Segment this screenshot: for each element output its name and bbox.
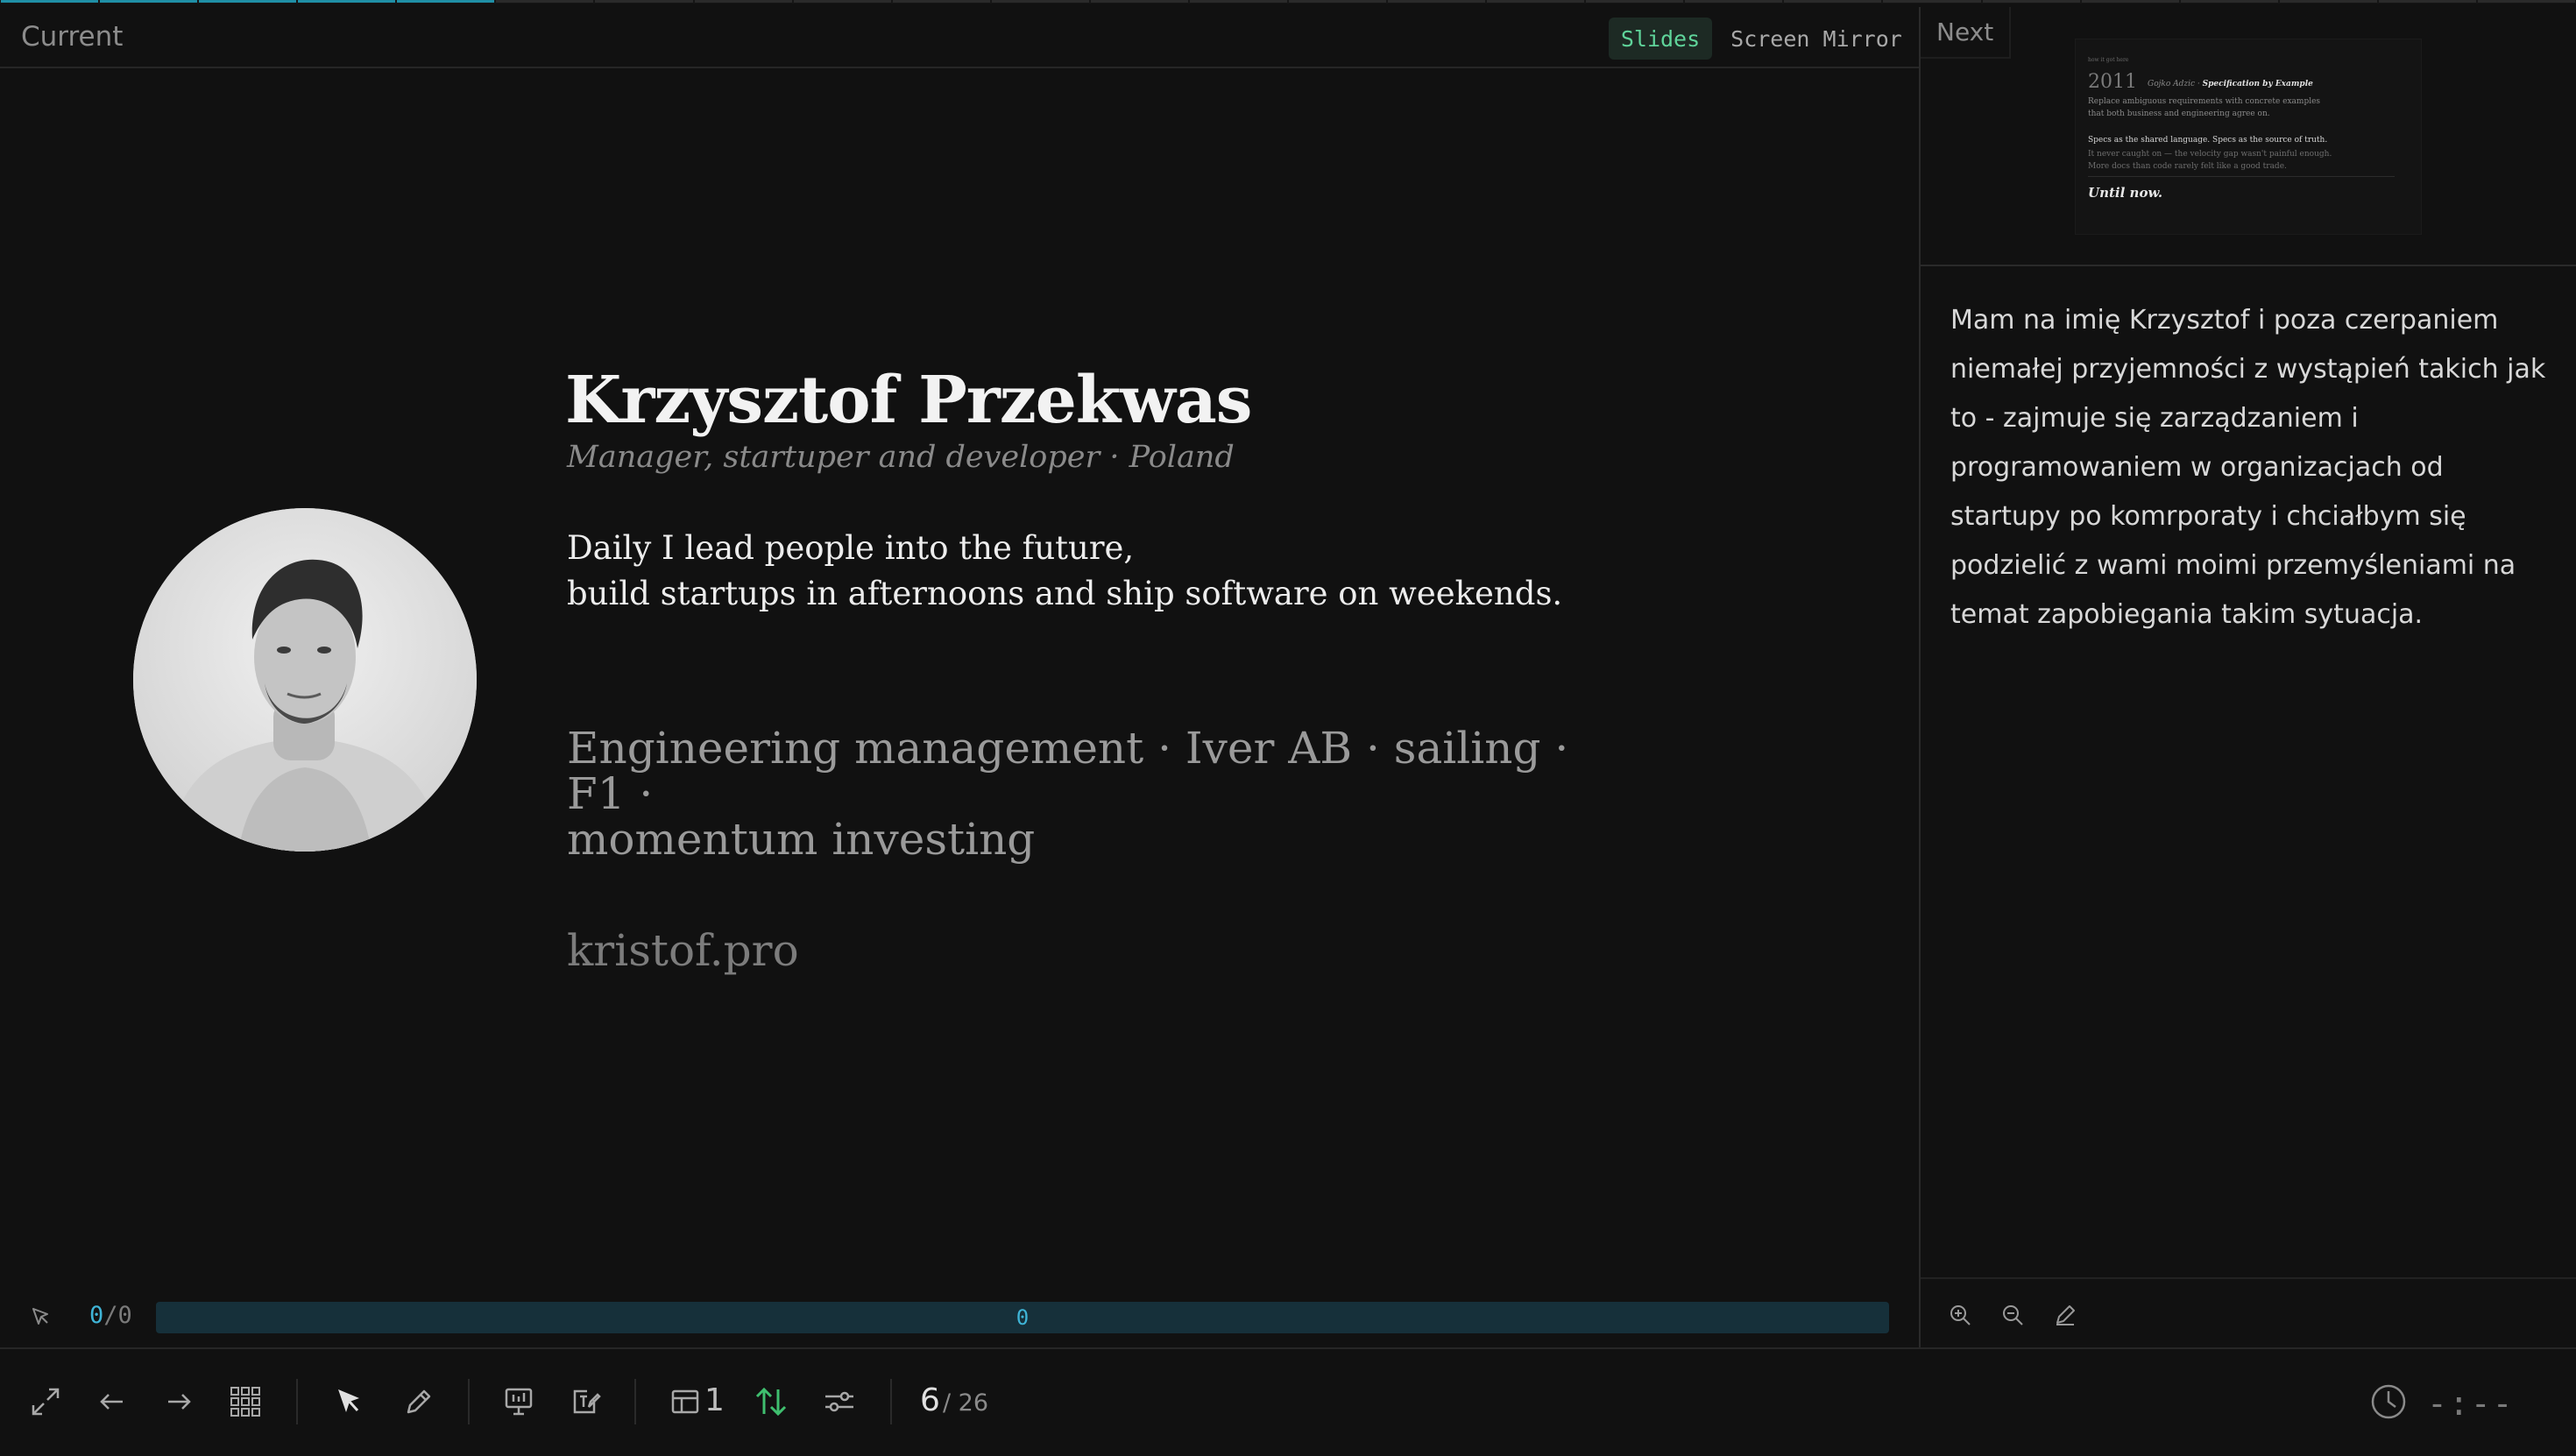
clock-icon[interactable] (2367, 1381, 2410, 1423)
click-track-label: 0 (1016, 1305, 1030, 1330)
fullscreen-icon[interactable] (25, 1381, 67, 1423)
thumb-line-3: Specs as the shared language. Specs as t… (2088, 136, 2328, 145)
progress-segment[interactable] (496, 0, 594, 3)
slides-mode-button[interactable]: Slides (1609, 18, 1712, 60)
thumb-until: Until now. (2088, 185, 2163, 201)
cursor-tool-icon[interactable] (328, 1381, 370, 1423)
progress-segment[interactable] (199, 0, 297, 3)
layout-number: 1 (704, 1382, 725, 1418)
notes-tools (1921, 1277, 2576, 1349)
progress-segment[interactable] (298, 0, 396, 3)
thumb-author: Gojko Adzic · (2148, 80, 2203, 88)
toolbar-divider (468, 1379, 470, 1424)
click-separator: / (103, 1302, 118, 1329)
portrait-photo (133, 508, 477, 852)
thumb-divider (2088, 176, 2395, 177)
screen-mirror-mode-button[interactable]: Screen Mirror (1723, 18, 1910, 60)
slide-subtitle: Manager, startuper and developer · Polan… (567, 440, 1235, 475)
clicks-row: 0/0 0 (0, 1293, 1919, 1342)
progress-segment[interactable] (1, 0, 99, 3)
tagline-line-1: Daily I lead people into the future, (567, 529, 1135, 567)
slide-grid-icon[interactable] (224, 1381, 266, 1423)
edit-notes-icon[interactable] (2052, 1302, 2078, 1328)
swap-order-icon[interactable] (750, 1381, 792, 1423)
toolbar-divider (634, 1379, 636, 1424)
progress-segment[interactable] (793, 0, 891, 3)
slide-progress-strip (0, 0, 2576, 4)
click-current: 0 (89, 1302, 104, 1329)
progress-segment[interactable] (1883, 0, 1981, 3)
thumb-line-4: It never caught on — the velocity gap wa… (2088, 150, 2332, 159)
next-preview-area: Next how it got here 2011 Gojko Adzic · … (1921, 7, 2576, 266)
zoom-in-icon[interactable] (1947, 1302, 1973, 1328)
thumb-kicker: how it got here (2088, 57, 2129, 63)
progress-segment[interactable] (1090, 0, 1188, 3)
next-arrow-icon[interactable] (158, 1381, 200, 1423)
progress-segment[interactable] (2279, 0, 2377, 3)
progress-segment[interactable] (2477, 0, 2575, 3)
next-slide-thumbnail[interactable]: how it got here 2011 Gojko Adzic · Speci… (2075, 39, 2422, 235)
click-total: 0 (117, 1302, 132, 1329)
interests-line-1: Engineering management · Iver AB · saili… (567, 723, 1569, 819)
layout-icon[interactable] (664, 1381, 706, 1423)
progress-segment[interactable] (991, 0, 1089, 3)
progress-segment[interactable] (1784, 0, 1882, 3)
presenter-screen-icon[interactable] (498, 1381, 540, 1423)
pointer-icon[interactable] (30, 1305, 53, 1328)
thumb-line-5: More docs than code rarely felt like a g… (2088, 162, 2287, 171)
progress-segment[interactable] (1189, 0, 1287, 3)
thumb-book-title: Specification by Example (2202, 80, 2313, 88)
page-total: / 26 (943, 1389, 989, 1417)
progress-segment[interactable] (1289, 0, 1387, 3)
progress-segment[interactable] (1982, 0, 2080, 3)
current-header: Current Slides Screen Mirror (0, 7, 1919, 68)
tagline-line-2: build startups in afternoons and ship so… (567, 575, 1563, 612)
speaker-notes[interactable]: Mam na imię Krzysztof i poza czerpaniem … (1950, 296, 2546, 640)
progress-segment[interactable] (694, 0, 792, 3)
thumb-line-2: that both business and engineering agree… (2088, 110, 2270, 118)
progress-segment[interactable] (1388, 0, 1486, 3)
notes-edit-icon[interactable] (564, 1381, 606, 1423)
progress-segment[interactable] (892, 0, 990, 3)
progress-segment[interactable] (397, 0, 495, 3)
slide-interests: Engineering management · Iver AB · saili… (567, 725, 1583, 862)
current-slide-panel: Current Slides Screen Mirror Krzysztof P… (0, 7, 1921, 1347)
toolbar-divider (890, 1379, 892, 1424)
click-counter: 0/0 (89, 1302, 132, 1329)
toolbar-divider (296, 1379, 298, 1424)
progress-segment[interactable] (595, 0, 693, 3)
thumb-line-1: Replace ambiguous requirements with conc… (2088, 97, 2321, 106)
progress-segment[interactable] (2180, 0, 2278, 3)
zoom-out-icon[interactable] (1999, 1302, 2026, 1328)
portrait-photo-icon (133, 508, 477, 852)
settings-sliders-icon[interactable] (818, 1381, 860, 1423)
thumb-book: Gojko Adzic · Specification by Example (2148, 80, 2313, 88)
page-current[interactable]: 6 (920, 1382, 940, 1418)
previous-arrow-icon[interactable] (91, 1381, 133, 1423)
current-label: Current (21, 21, 124, 53)
slide-tagline: Daily I lead people into the future, bui… (567, 526, 1562, 617)
progress-segment[interactable] (100, 0, 198, 3)
slide-url: kristof.pro (567, 925, 799, 976)
progress-segment[interactable] (1586, 0, 1684, 3)
pen-tool-icon[interactable] (398, 1381, 440, 1423)
progress-segment[interactable] (2081, 0, 2179, 3)
interests-line-2: momentum investing (567, 814, 1036, 865)
progress-segment[interactable] (1487, 0, 1585, 3)
progress-segment[interactable] (1685, 0, 1783, 3)
progress-segment[interactable] (2378, 0, 2476, 3)
next-label: Next (1921, 7, 2012, 59)
bottom-toolbar: 1 6 / 26 -:-- (0, 1347, 2576, 1456)
next-panel: Next how it got here 2011 Gojko Adzic · … (1921, 7, 2576, 1347)
click-track-slider[interactable]: 0 (156, 1302, 1889, 1333)
thumb-year: 2011 (2088, 71, 2137, 93)
slide-name-heading: Krzysztof Przekwas (565, 363, 1252, 438)
timer[interactable]: -:-- (2427, 1384, 2515, 1423)
